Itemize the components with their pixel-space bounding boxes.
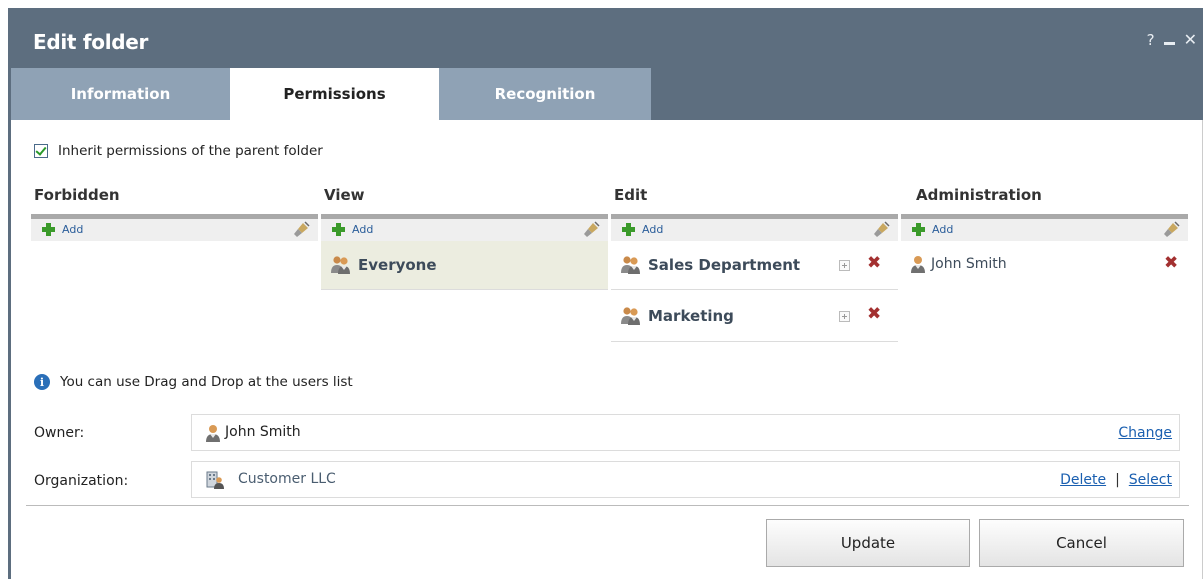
column-view: View Add Everyone [321,178,608,290]
permission-entry[interactable]: Everyone [321,241,608,290]
delete-icon[interactable]: ✖ [867,255,881,272]
organization-value: Customer LLC [238,471,336,487]
add-row: Add [321,219,608,241]
plus-icon[interactable] [622,223,635,236]
tab-permissions[interactable]: Permissions [230,68,439,120]
inherit-permissions-row[interactable]: Inherit permissions of the parent folder [34,143,323,159]
add-link[interactable]: Add [642,223,663,236]
owner-label: Owner: [34,425,85,441]
owner-value: John Smith [225,424,301,440]
change-owner-link[interactable]: Change [1118,425,1172,441]
column-header: Edit [614,186,648,204]
tab-recognition[interactable]: Recognition [439,68,651,120]
add-link[interactable]: Add [62,223,83,236]
column-forbidden: Forbidden Add [31,178,318,241]
brush-icon[interactable] [873,221,890,238]
users-group-icon [620,306,642,326]
cancel-button[interactable]: Cancel [979,519,1184,567]
hint-text: You can use Drag and Drop at the users l… [60,374,353,390]
help-icon[interactable]: ? [1147,32,1155,48]
permissions-panel: Inherit permissions of the parent folder… [11,120,1203,579]
add-link[interactable]: Add [352,223,373,236]
delete-organization-link[interactable]: Delete [1060,472,1106,488]
close-icon[interactable]: ✕ [1184,32,1197,48]
link-separator: | [1115,472,1120,488]
column-header: Administration [916,186,1042,204]
drag-drop-hint: i You can use Drag and Drop at the users… [34,374,353,390]
permission-entry[interactable]: Marketing ✖ [611,290,898,342]
column-header: View [324,186,365,204]
add-row: Add [901,219,1188,241]
dialog-title: Edit folder [33,30,149,54]
brush-icon[interactable] [583,221,600,238]
brush-icon[interactable] [293,221,310,238]
window-controls: ? ✕ [1147,32,1197,48]
add-row: Add [31,219,318,241]
info-icon: i [34,374,50,390]
plus-icon[interactable] [332,223,345,236]
users-group-icon [330,255,352,275]
edit-folder-dialog: Edit folder ? ✕ Information Permissions … [0,0,1203,579]
entry-label: Marketing [648,307,734,325]
expand-icon[interactable] [839,260,850,271]
column-administration: Administration Add John Smith ✖ [901,178,1188,290]
minimize-icon[interactable] [1163,41,1175,45]
entry-label: John Smith [931,256,1007,272]
delete-icon[interactable]: ✖ [1164,255,1178,272]
plus-icon[interactable] [42,223,55,236]
footer-divider [26,505,1189,506]
owner-links: Change [1118,425,1172,441]
tab-bar: Information Permissions Recognition [8,68,1203,120]
select-organization-link[interactable]: Select [1129,472,1172,488]
plus-icon[interactable] [912,223,925,236]
expand-icon[interactable] [839,311,850,322]
user-icon [910,255,926,273]
organization-label: Organization: [34,473,129,489]
permission-entry[interactable]: John Smith ✖ [901,241,1188,290]
entry-label: Everyone [358,256,437,274]
user-icon [205,424,221,442]
users-group-icon [620,255,642,275]
organization-links: Delete | Select [1060,472,1172,488]
title-bar: Edit folder ? ✕ [8,8,1203,68]
add-link[interactable]: Add [932,223,953,236]
inherit-permissions-checkbox[interactable] [34,144,48,158]
column-edit: Edit Add Sales Department ✖ Marketing ✖ [611,178,898,342]
owner-field: John Smith Change [191,414,1180,451]
entry-label: Sales Department [648,256,801,274]
tab-information[interactable]: Information [11,68,230,120]
update-button[interactable]: Update [766,519,970,567]
column-header: Forbidden [34,186,120,204]
permission-entry[interactable]: Sales Department ✖ [611,241,898,290]
organization-field: Customer LLC Delete | Select [191,461,1180,498]
organization-icon [206,471,224,489]
add-row: Add [611,219,898,241]
delete-icon[interactable]: ✖ [867,306,881,323]
brush-icon[interactable] [1163,221,1180,238]
inherit-permissions-label: Inherit permissions of the parent folder [58,143,323,159]
